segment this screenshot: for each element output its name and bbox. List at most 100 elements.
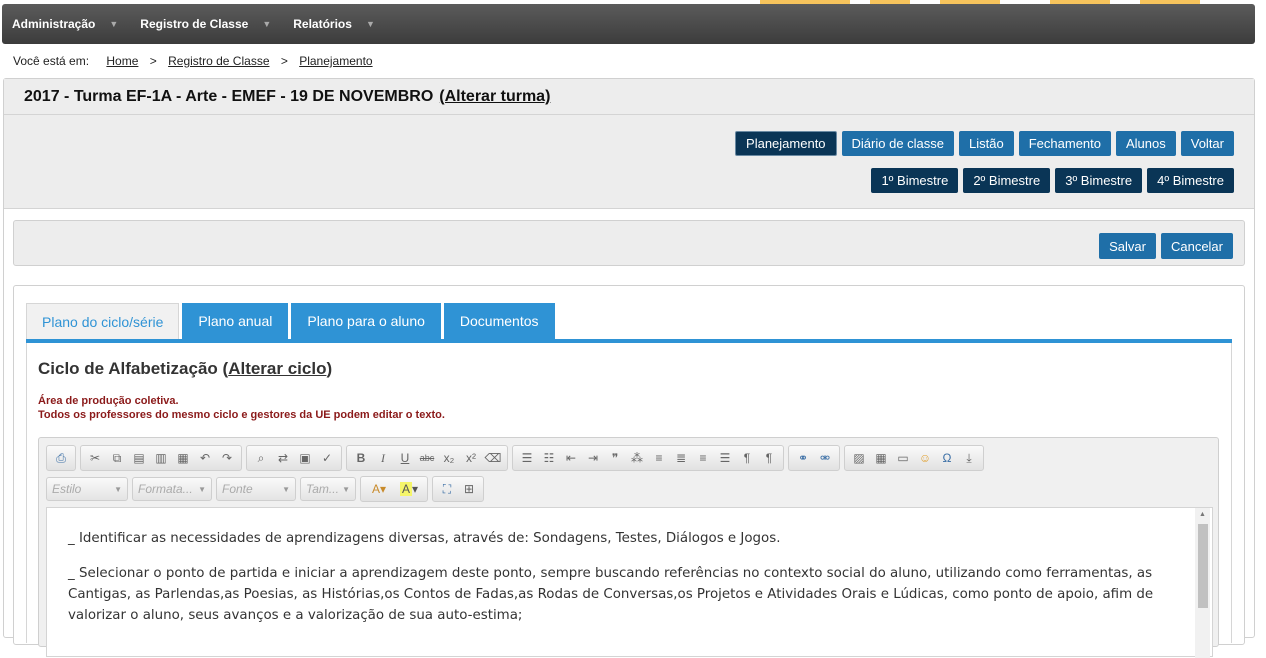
background-color-icon[interactable]: A ▾ bbox=[394, 478, 424, 500]
nav-administracao[interactable]: Administração ▼ bbox=[12, 17, 118, 31]
alunos-button[interactable]: Alunos bbox=[1116, 131, 1176, 156]
blockquote-icon[interactable]: ❞ bbox=[604, 447, 626, 469]
paste-text-icon[interactable]: ▥ bbox=[150, 447, 172, 469]
fechamento-button[interactable]: Fechamento bbox=[1018, 131, 1111, 156]
font-select-label: Fonte bbox=[222, 482, 253, 496]
bimester-3-button[interactable]: 3º Bimestre bbox=[1055, 168, 1143, 193]
strikethrough-icon[interactable]: abc bbox=[416, 447, 438, 469]
nav-registro-de-classe[interactable]: Registro de Classe ▼ bbox=[140, 17, 271, 31]
indent-icon[interactable]: ⇥ bbox=[582, 447, 604, 469]
scrollbar-thumb[interactable] bbox=[1198, 524, 1208, 608]
outdent-icon[interactable]: ⇤ bbox=[560, 447, 582, 469]
breadcrumb: Você está em: Home > Registro de Classe … bbox=[13, 54, 373, 68]
justify-icon[interactable]: ☰ bbox=[714, 447, 736, 469]
show-blocks-icon[interactable]: ⊞ bbox=[458, 478, 480, 500]
special-char-icon[interactable]: Ω bbox=[936, 447, 958, 469]
action-bar: Salvar Cancelar bbox=[13, 220, 1245, 266]
tab-plano-aluno[interactable]: Plano para o aluno bbox=[291, 303, 441, 339]
scroll-up-icon[interactable]: ▲ bbox=[1199, 511, 1206, 518]
tab-plano-ciclo[interactable]: Plano do ciclo/série bbox=[26, 303, 180, 339]
div-icon[interactable]: ⁂ bbox=[626, 447, 648, 469]
caret-down-icon: ▼ bbox=[262, 19, 272, 29]
rtl-icon[interactable]: ¶ bbox=[758, 447, 780, 469]
underline-icon[interactable]: U bbox=[394, 447, 416, 469]
page-title: 2017 - Turma EF-1A - Arte - EMEF - 19 DE… bbox=[4, 79, 1254, 115]
save-button[interactable]: Salvar bbox=[1099, 233, 1156, 259]
redo-icon[interactable]: ↷ bbox=[216, 447, 238, 469]
superscript-icon[interactable]: x² bbox=[460, 447, 482, 469]
change-cycle-link[interactable]: Alterar ciclo bbox=[228, 359, 326, 378]
bold-icon[interactable]: B bbox=[350, 447, 372, 469]
spellcheck-icon[interactable]: ✓ bbox=[316, 447, 338, 469]
find-icon[interactable]: ⌕ bbox=[250, 447, 272, 469]
cut-icon[interactable]: ✂ bbox=[84, 447, 106, 469]
size-select-label: Tam... bbox=[306, 482, 339, 496]
editor-scrollbar[interactable]: ▲ bbox=[1195, 508, 1210, 658]
breadcrumb-prefix: Você está em: bbox=[13, 54, 90, 68]
link-icon[interactable]: ⚭ bbox=[792, 447, 814, 469]
italic-icon[interactable]: I bbox=[372, 447, 394, 469]
unlink-icon[interactable]: ⚮ bbox=[814, 447, 836, 469]
format-select-label: Formata... bbox=[138, 482, 193, 496]
collective-notice: Área de produção coletiva. Todos os prof… bbox=[38, 394, 445, 422]
font-select[interactable]: Fonte ▼ bbox=[216, 477, 296, 501]
subscript-icon[interactable]: x₂ bbox=[438, 447, 460, 469]
bimester-4-button[interactable]: 4º Bimestre bbox=[1147, 168, 1234, 193]
align-right-icon[interactable]: ≡ bbox=[692, 447, 714, 469]
planejamento-button[interactable]: Planejamento bbox=[735, 131, 837, 156]
style-select[interactable]: Estilo ▼ bbox=[46, 477, 128, 501]
breadcrumb-separator: > bbox=[149, 54, 157, 68]
ltr-icon[interactable]: ¶ bbox=[736, 447, 758, 469]
table-icon[interactable]: ▦ bbox=[870, 447, 892, 469]
main-panel: 2017 - Turma EF-1A - Arte - EMEF - 19 DE… bbox=[3, 78, 1255, 658]
align-center-icon[interactable]: ≣ bbox=[670, 447, 692, 469]
voltar-button[interactable]: Voltar bbox=[1180, 131, 1234, 156]
page-break-icon[interactable]: ⤓ bbox=[958, 447, 980, 469]
rich-text-editor: ⎙ ✂ ⧉ ▤ ▥ ▦ ↶ ↷ ⌕ ⇄ ▣ ✓ B I U abc x₂ x² … bbox=[38, 437, 1219, 658]
remove-format-icon[interactable]: ⌫ bbox=[482, 447, 504, 469]
editor-text: _ Identificar as necessidades de aprendi… bbox=[68, 528, 1178, 640]
cancel-button[interactable]: Cancelar bbox=[1160, 233, 1233, 259]
horizontal-rule-icon[interactable]: ▭ bbox=[892, 447, 914, 469]
editor-toolbar: ⎙ ✂ ⧉ ▤ ▥ ▦ ↶ ↷ ⌕ ⇄ ▣ ✓ B I U abc x₂ x² … bbox=[46, 444, 984, 506]
nav-label: Registro de Classe bbox=[140, 17, 249, 31]
cycle-title-text: Ciclo de Alfabetização ( bbox=[38, 359, 229, 378]
size-select[interactable]: Tam... ▼ bbox=[300, 477, 356, 501]
cycle-title: Ciclo de Alfabetização (Alterar ciclo) bbox=[38, 359, 332, 379]
align-left-icon[interactable]: ≡ bbox=[648, 447, 670, 469]
editor-content[interactable]: _ Identificar as necessidades de aprendi… bbox=[46, 507, 1213, 658]
print-icon[interactable]: ⎙ bbox=[50, 447, 72, 469]
format-select[interactable]: Formata... ▼ bbox=[132, 477, 212, 501]
change-class-link[interactable]: (Alterar turma) bbox=[439, 88, 550, 106]
tab-bar: Plano do ciclo/série Plano anual Plano p… bbox=[26, 303, 555, 339]
copy-icon[interactable]: ⧉ bbox=[106, 447, 128, 469]
breadcrumb-planejamento[interactable]: Planejamento bbox=[299, 54, 372, 68]
bullet-list-icon[interactable]: ☷ bbox=[538, 447, 560, 469]
nav-label: Relatórios bbox=[293, 17, 352, 31]
bimester-2-button[interactable]: 2º Bimestre bbox=[963, 168, 1051, 193]
bimester-1-button[interactable]: 1º Bimestre bbox=[871, 168, 959, 193]
breadcrumb-home[interactable]: Home bbox=[106, 54, 138, 68]
navigation-buttons: Planejamento Diário de classe Listão Fec… bbox=[4, 115, 1254, 209]
diario-de-classe-button[interactable]: Diário de classe bbox=[841, 131, 955, 156]
tab-documentos[interactable]: Documentos bbox=[443, 303, 555, 339]
numbered-list-icon[interactable]: ☰ bbox=[516, 447, 538, 469]
class-title: 2017 - Turma EF-1A - Arte - EMEF - 19 DE… bbox=[24, 87, 434, 105]
chevron-down-icon: ▼ bbox=[282, 484, 290, 494]
maximize-icon[interactable]: ⛶ bbox=[436, 478, 458, 500]
replace-icon[interactable]: ⇄ bbox=[272, 447, 294, 469]
tab-panel: Ciclo de Alfabetização (Alterar ciclo) Á… bbox=[26, 343, 1232, 658]
paste-word-icon[interactable]: ▦ bbox=[172, 447, 194, 469]
paste-icon[interactable]: ▤ bbox=[128, 447, 150, 469]
nav-relatorios[interactable]: Relatórios ▼ bbox=[293, 17, 375, 31]
listao-button[interactable]: Listão bbox=[959, 131, 1014, 156]
tab-plano-anual[interactable]: Plano anual bbox=[182, 303, 289, 339]
image-icon[interactable]: ▨ bbox=[848, 447, 870, 469]
text-color-icon[interactable]: A▾ bbox=[364, 478, 394, 500]
undo-icon[interactable]: ↶ bbox=[194, 447, 216, 469]
breadcrumb-registro[interactable]: Registro de Classe bbox=[168, 54, 269, 68]
select-all-icon[interactable]: ▣ bbox=[294, 447, 316, 469]
nav-label: Administração bbox=[12, 17, 96, 31]
smiley-icon[interactable]: ☺ bbox=[914, 447, 936, 469]
caret-down-icon: ▼ bbox=[365, 19, 375, 29]
